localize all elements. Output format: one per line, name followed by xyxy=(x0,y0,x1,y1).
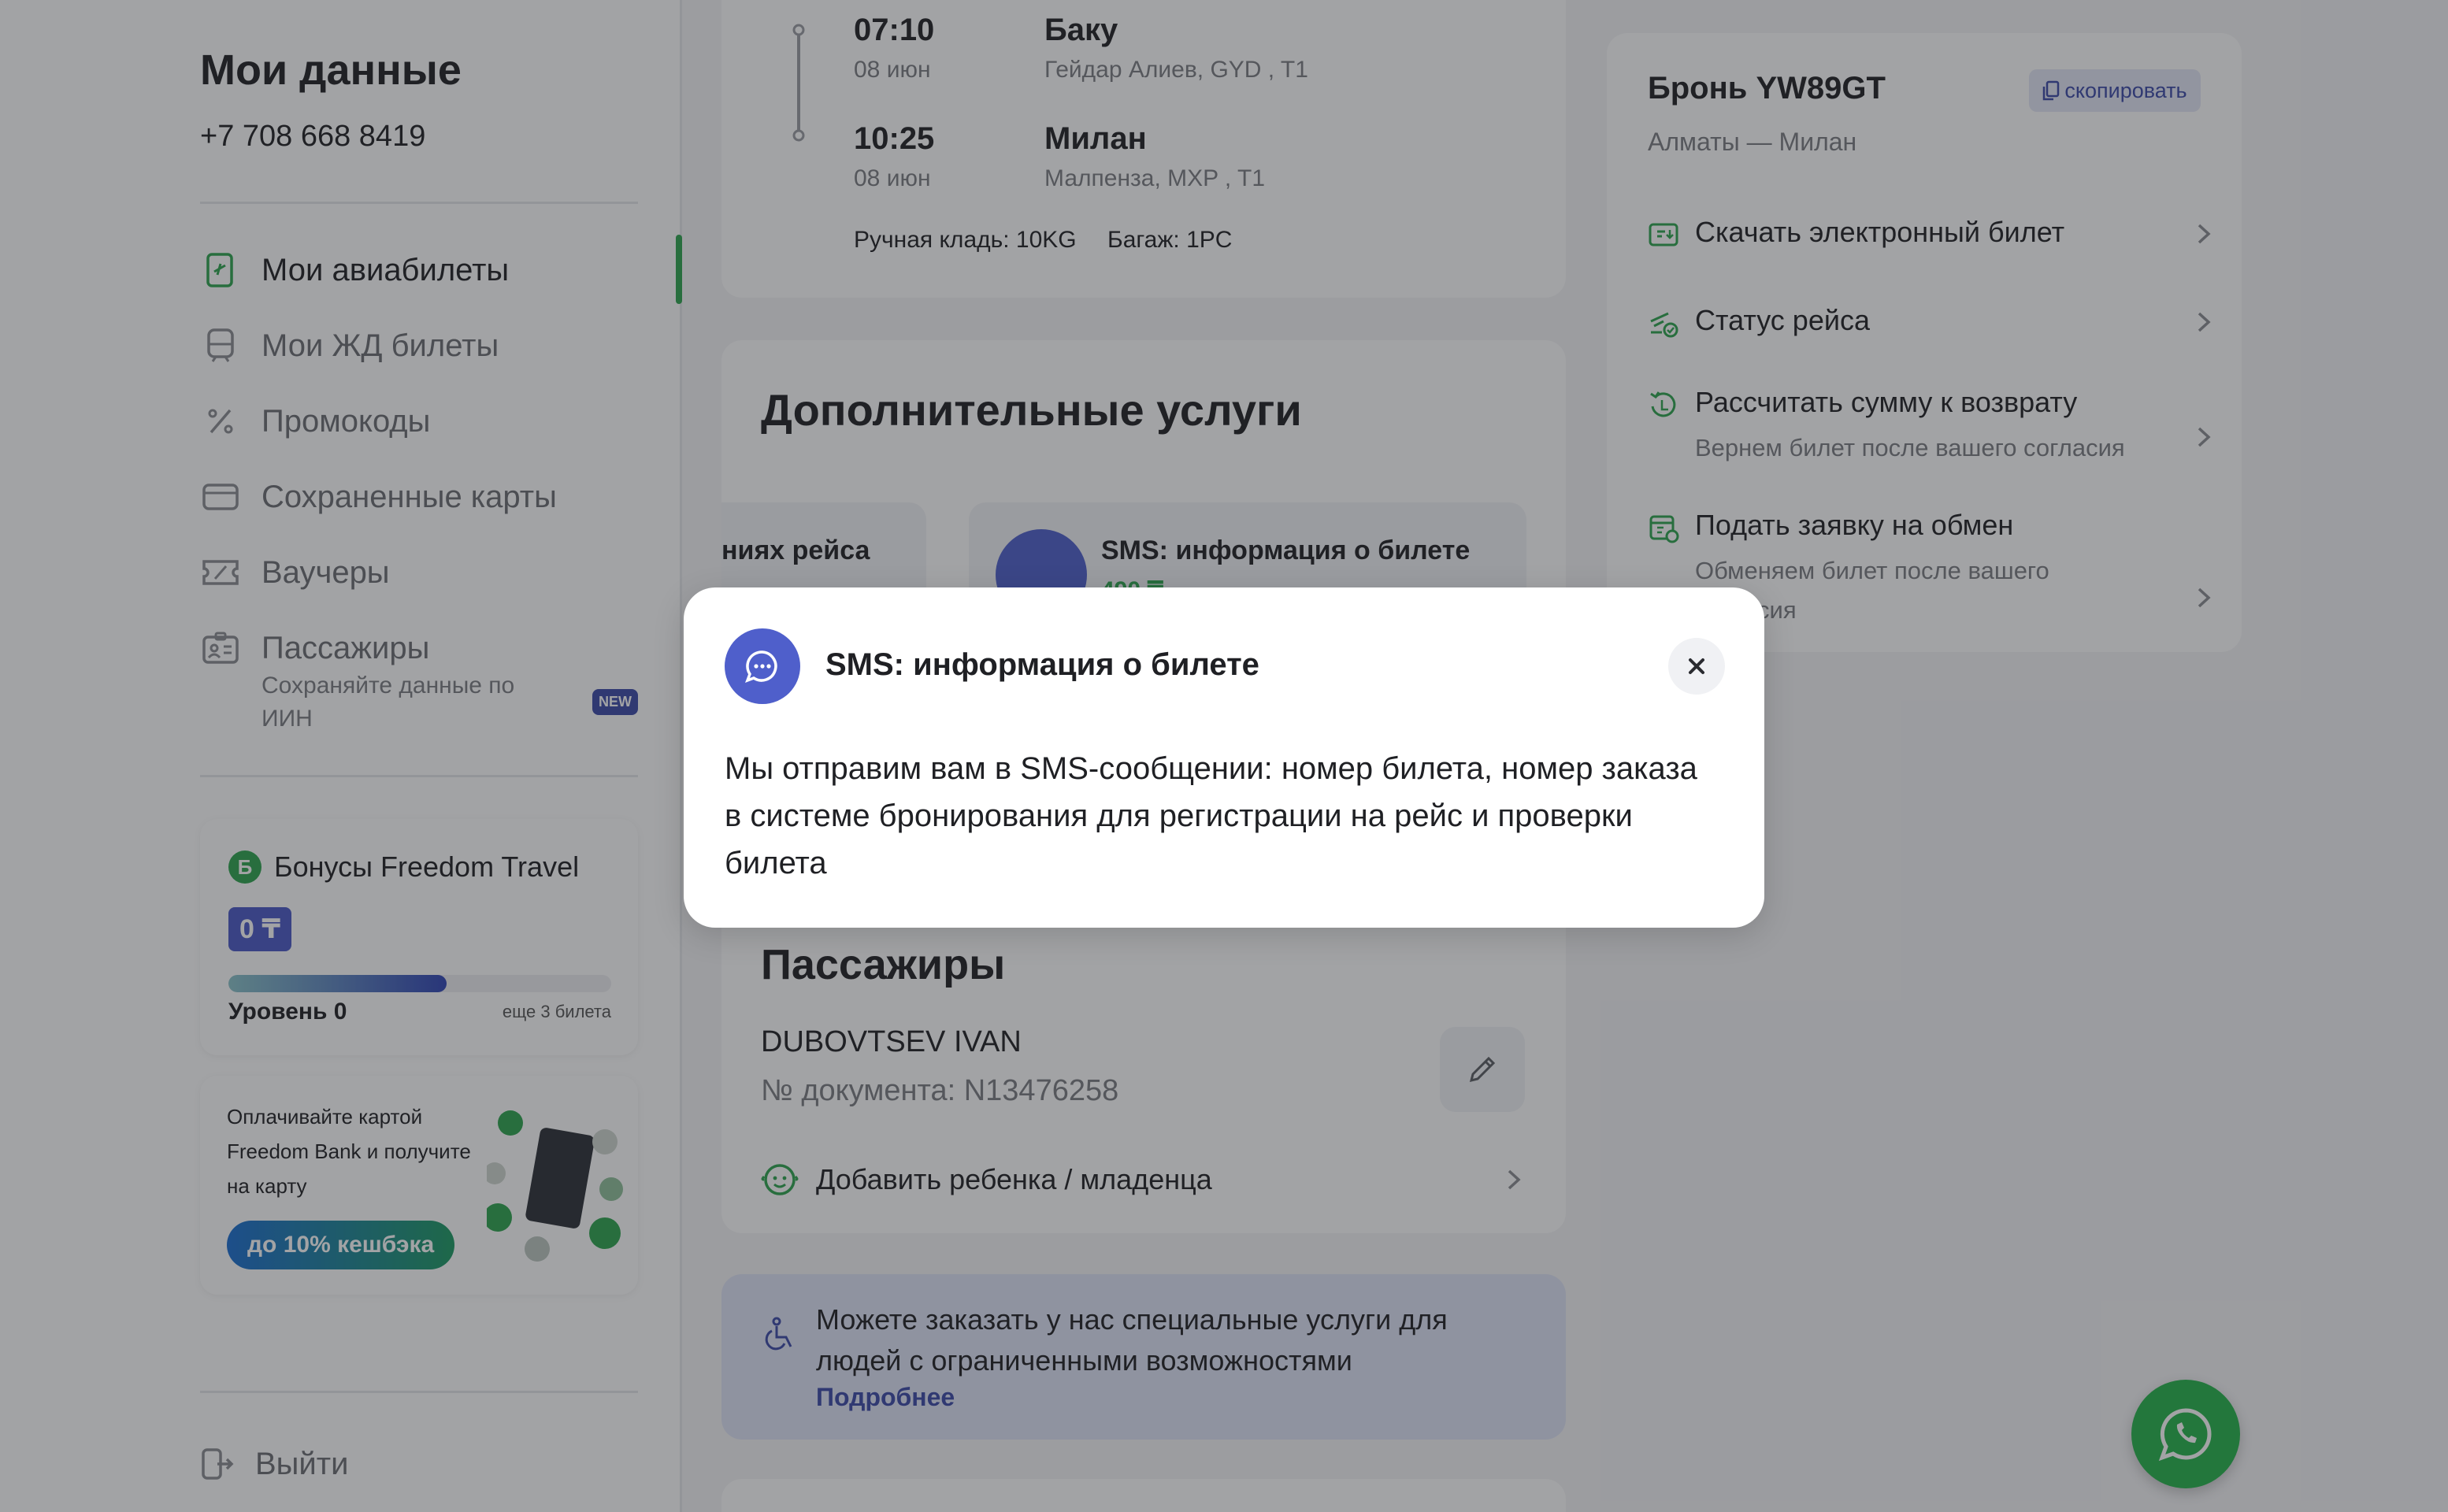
close-icon xyxy=(1686,655,1708,677)
sms-info-modal: SMS: информация о билете Мы отправим вам… xyxy=(684,587,1764,928)
modal-body: Мы отправим вам в SMS-сообщении: номер б… xyxy=(725,751,1697,880)
chat-bubble-icon xyxy=(725,628,800,704)
close-button[interactable] xyxy=(1668,638,1725,695)
modal-title: SMS: информация о билете xyxy=(825,647,1259,682)
